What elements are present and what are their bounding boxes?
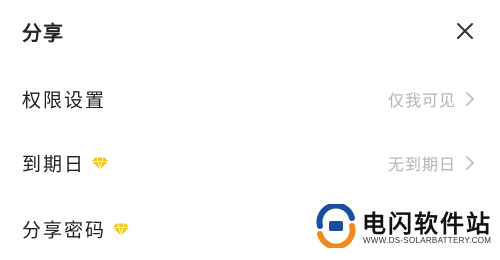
brand-logo-icon [316, 204, 356, 248]
close-icon[interactable] [455, 21, 475, 41]
row-expiry-date[interactable]: 到期日 无到期日 [0, 132, 500, 194]
row-label: 到期日 [22, 153, 86, 176]
vip-diamond-icon [92, 156, 109, 170]
watermark-url: WWW.DS-SOLARBATTERY.COM [363, 236, 492, 245]
row-value: 仅我可见 [387, 91, 456, 110]
chevron-right-icon [466, 156, 474, 170]
watermark-name: 电闪软件站 [362, 210, 492, 238]
row-label: 分享密码 [22, 219, 107, 242]
vip-diamond-icon [113, 222, 130, 236]
row-permission-settings[interactable]: 权限设置 仅我可见 [0, 68, 500, 130]
chevron-right-icon [466, 92, 474, 106]
row-label: 权限设置 [22, 89, 107, 112]
watermark: 电闪软件站 WWW.DS-SOLARBATTERY.COM [300, 201, 500, 251]
panel-title: 分享 [22, 21, 64, 45]
row-value: 无到期日 [387, 155, 456, 174]
share-panel-header: 分享 [0, 0, 500, 62]
